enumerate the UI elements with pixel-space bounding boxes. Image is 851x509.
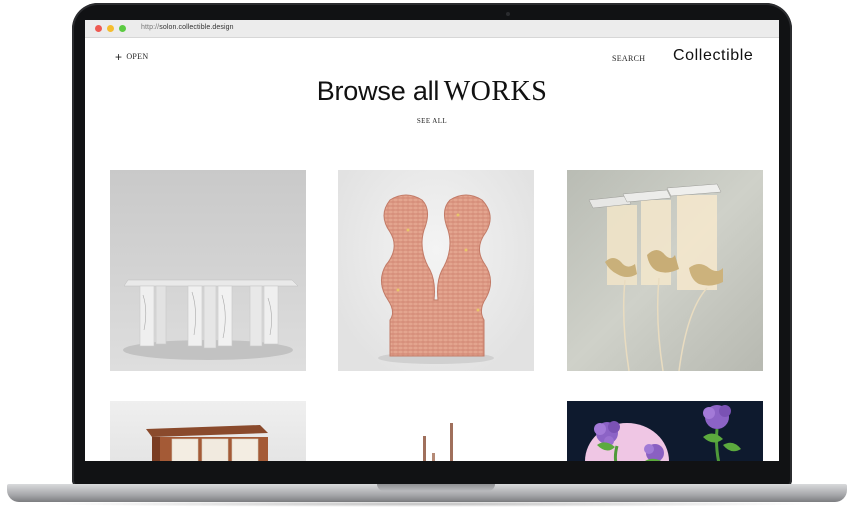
work-card-rod-sculpture[interactable] [338, 401, 534, 461]
url-scheme: http:// [141, 24, 160, 31]
see-all-link[interactable]: SEE ALL [85, 117, 779, 125]
page-title: Browse all WORKS [85, 76, 779, 108]
search-link[interactable]: SEARCH [612, 54, 645, 63]
brand-logo[interactable]: Collectible [673, 47, 753, 65]
browser-toolbar: http://solon.collectible.design [85, 20, 779, 38]
minimize-window-button[interactable] [107, 25, 114, 32]
page-title-part2: WORKS [443, 76, 548, 107]
plus-icon: + [115, 49, 123, 64]
flower-art-image [585, 405, 741, 461]
address-bar[interactable]: http://solon.collectible.design [141, 24, 234, 31]
work-card-wood-cabinet[interactable] [110, 401, 306, 461]
screen: http://solon.collectible.design + OPEN S… [85, 20, 779, 461]
laptop-notch [377, 484, 495, 491]
wood-cabinet-image [146, 425, 268, 461]
work-card-marble-table[interactable] [110, 170, 306, 371]
laptop-shadow [40, 501, 820, 507]
open-label: OPEN [126, 52, 149, 61]
wall-lights-image [588, 183, 723, 371]
rod-sculpture-image [423, 423, 453, 461]
work-card-pink-sculpture[interactable] [338, 170, 534, 371]
laptop-base [7, 484, 847, 502]
url-host: solon.collectible.design [159, 24, 234, 31]
page-title-part1: Browse all [316, 76, 440, 106]
maximize-window-button[interactable] [119, 25, 126, 32]
camera [506, 12, 510, 16]
close-window-button[interactable] [95, 25, 102, 32]
pink-sculpture-image [378, 194, 494, 364]
work-card-wall-lights[interactable] [567, 170, 763, 371]
work-card-flower-art[interactable] [567, 401, 763, 461]
open-menu-button[interactable]: + OPEN [115, 49, 149, 64]
marble-table-image [123, 279, 299, 360]
